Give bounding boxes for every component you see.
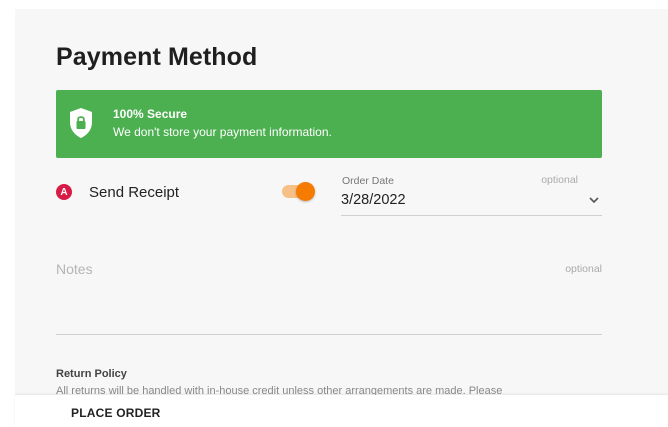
shield-lock-icon — [70, 108, 92, 138]
place-order-button[interactable]: PLACE ORDER — [71, 402, 161, 424]
order-date-value[interactable]: 3/28/2022 — [341, 192, 406, 208]
order-date-label: Order Date — [342, 175, 394, 187]
secure-banner-title: 100% Secure — [113, 107, 188, 121]
send-receipt-toggle[interactable] — [282, 182, 315, 201]
notes-placeholder[interactable]: Notes — [56, 261, 93, 277]
order-date-optional: optional — [541, 174, 578, 186]
receipt-badge: A — [56, 184, 72, 200]
notes-optional: optional — [565, 263, 602, 275]
return-policy-title: Return Policy — [56, 368, 127, 380]
send-receipt-label: Send Receipt — [89, 184, 180, 201]
page-title: Payment Method — [56, 43, 258, 71]
chevron-down-icon[interactable] — [588, 194, 600, 206]
notes-field[interactable]: Notes optional — [56, 253, 602, 335]
secure-banner-description: We don't store your payment information. — [113, 125, 332, 139]
payment-card: Payment Method 100% Secure We don't stor… — [15, 9, 668, 395]
footer-bar: PLACE ORDER — [15, 395, 668, 427]
order-date-field[interactable]: Order Date optional 3/28/2022 — [341, 174, 602, 216]
return-policy-text: All returns will be handled with in-hous… — [56, 385, 503, 395]
toggle-thumb — [296, 182, 315, 201]
secure-banner: 100% Secure We don't store your payment … — [56, 90, 602, 158]
